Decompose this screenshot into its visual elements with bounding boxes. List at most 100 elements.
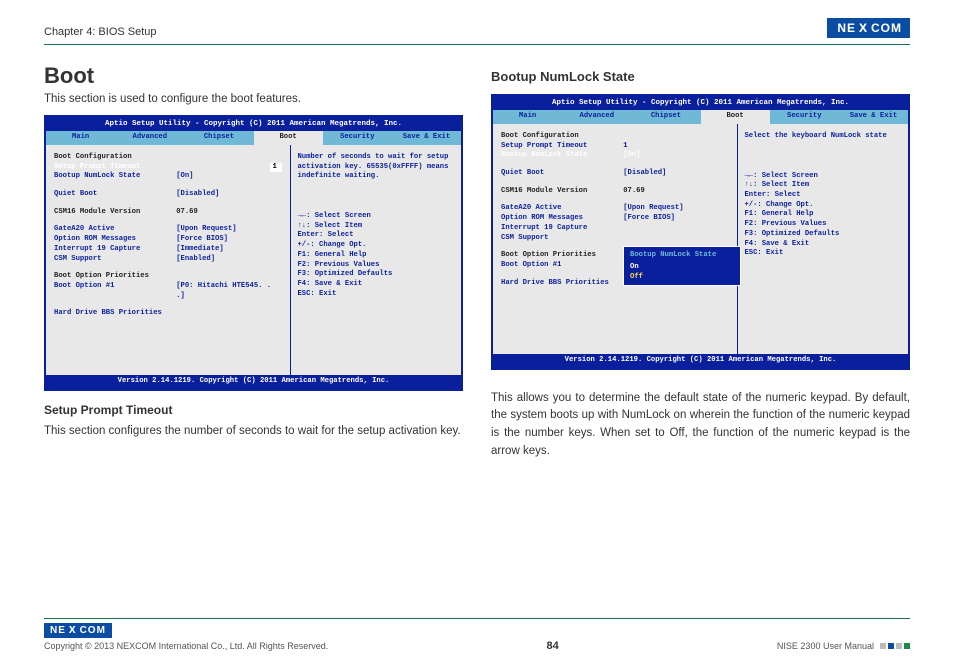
bios-item-label: Bootup NumLock State bbox=[501, 151, 623, 161]
bios-helpkey: F2: Previous Values bbox=[297, 261, 455, 271]
bios-item-selected[interactable]: Setup Prompt Timeout 1 bbox=[54, 163, 282, 173]
bios-item-value: 1 bbox=[270, 163, 282, 173]
bios-item-value: [Force BIOS] bbox=[623, 214, 729, 224]
bios-tab[interactable]: Chipset bbox=[631, 110, 700, 124]
bios-helpkey: ↑↓: Select Item bbox=[744, 181, 902, 191]
bios-item[interactable]: Quiet Boot[Disabled] bbox=[501, 169, 729, 179]
bios-tab[interactable]: Save & Exit bbox=[839, 110, 908, 124]
bios-tab[interactable]: Security bbox=[770, 110, 839, 124]
bios-helpkey: F4: Save & Exit bbox=[297, 280, 455, 290]
header: Chapter 4: BIOS Setup NEXCOM bbox=[44, 18, 910, 38]
bios-item-selected[interactable]: Bootup NumLock State[On] bbox=[501, 151, 729, 161]
bios-popup-option-selected[interactable]: On bbox=[630, 262, 716, 272]
bios-group-head: Boot Option Priorities bbox=[54, 272, 282, 282]
subsection-text: This section configures the number of se… bbox=[44, 423, 463, 441]
corner-squares-icon bbox=[880, 643, 910, 649]
bios-item[interactable]: Quiet Boot[Disabled] bbox=[54, 190, 282, 200]
bios-item-value: [Force BIOS] bbox=[176, 235, 282, 245]
bios-help-text: Select the keyboard NumLock state bbox=[744, 132, 902, 142]
content-columns: Boot This section is used to configure t… bbox=[44, 63, 910, 618]
right-column: Bootup NumLock State Aptio Setup Utility… bbox=[491, 63, 910, 618]
bios-item-label: CSM Support bbox=[501, 234, 729, 244]
bios-tab[interactable]: Advanced bbox=[115, 131, 184, 145]
bios-item[interactable]: GateA20 Active[Upon Request] bbox=[501, 204, 729, 214]
bios-item-value: 1 bbox=[623, 142, 729, 152]
bios-left-pane: Boot Configuration Setup Prompt Timeout1… bbox=[493, 124, 737, 354]
copyright: Copyright © 2013 NEXCOM International Co… bbox=[44, 641, 328, 651]
subsection-text: This allows you to determine the default… bbox=[491, 390, 910, 461]
section-title: Boot bbox=[44, 63, 463, 89]
bios-tab[interactable]: Advanced bbox=[562, 110, 631, 124]
bios-item-value: [Upon Request] bbox=[176, 225, 282, 235]
bios-item[interactable]: Hard Drive BBS Priorities bbox=[54, 309, 282, 319]
bios-helpkeys: →←: Select Screen ↑↓: Select Item Enter:… bbox=[744, 172, 902, 259]
bios-helpkey: +/-: Change Opt. bbox=[744, 201, 902, 211]
bios-item-label: Bootup NumLock State bbox=[54, 172, 176, 182]
bios-tabs: Main Advanced Chipset Boot Security Save… bbox=[46, 131, 461, 145]
page-footer: NEXCOM Copyright © 2013 NEXCOM Internati… bbox=[44, 618, 910, 652]
bios-item-label: Option ROM Messages bbox=[501, 214, 623, 224]
bios-item-value: 07.69 bbox=[623, 187, 729, 197]
bios-helpkey: F4: Save & Exit bbox=[744, 240, 902, 250]
bios-tab[interactable]: Security bbox=[323, 131, 392, 145]
bios-popup-option[interactable]: Off bbox=[630, 272, 716, 282]
bios-helpkey: +/-: Change Opt. bbox=[297, 241, 455, 251]
bios-item-label: Boot Option #1 bbox=[54, 282, 176, 301]
bios-item-value: [P0: Hitachi HTE545. . .] bbox=[176, 282, 282, 301]
bios-group-head: Boot Configuration bbox=[501, 132, 729, 142]
section-lead: This section is used to configure the bo… bbox=[44, 93, 463, 105]
subsection-title: Setup Prompt Timeout bbox=[44, 403, 463, 417]
bios-item-value: [Enabled] bbox=[176, 255, 282, 265]
bios-tab[interactable]: Chipset bbox=[184, 131, 253, 145]
bios-helpkey: F3: Optimized Defaults bbox=[744, 230, 902, 240]
bios-item-value: [Disabled] bbox=[623, 169, 729, 179]
bios-item-value: [Upon Request] bbox=[623, 204, 729, 214]
bios-helpkey: F1: General Help bbox=[744, 210, 902, 220]
bios-tab[interactable]: Main bbox=[46, 131, 115, 145]
bios-item-label: CSM16 Module Version bbox=[54, 208, 176, 218]
footer-rule bbox=[44, 618, 910, 619]
bios-item-label: Setup Prompt Timeout bbox=[501, 142, 623, 152]
bios-item-label: CSM16 Module Version bbox=[501, 187, 623, 197]
bios-item: CSM16 Module Version07.69 bbox=[54, 208, 282, 218]
bios-item[interactable]: Boot Option #1[P0: Hitachi HTE545. . .] bbox=[54, 282, 282, 301]
bios-item-label: GateA20 Active bbox=[501, 204, 623, 214]
page: Chapter 4: BIOS Setup NEXCOM Boot This s… bbox=[0, 0, 954, 672]
bios-group-head: Boot Configuration bbox=[54, 153, 282, 163]
bios-item[interactable]: GateA20 Active[Upon Request] bbox=[54, 225, 282, 235]
bios-body: Boot Configuration Setup Prompt Timeout … bbox=[46, 145, 461, 375]
bios-item-label: Interrupt 19 Capture bbox=[501, 224, 729, 234]
bios-tabs: Main Advanced Chipset Boot Security Save… bbox=[493, 110, 908, 124]
bios-popup: Bootup NumLock State On Off bbox=[623, 246, 741, 286]
bios-helpkey: F1: General Help bbox=[297, 251, 455, 261]
brand-logo: NEXCOM bbox=[827, 18, 910, 38]
bios-item[interactable]: Setup Prompt Timeout1 bbox=[501, 142, 729, 152]
bios-left-pane: Boot Configuration Setup Prompt Timeout … bbox=[46, 145, 290, 375]
bios-right-pane: Number of seconds to wait for setup acti… bbox=[290, 145, 461, 375]
bios-helpkey: →←: Select Screen bbox=[297, 212, 455, 222]
bios-tab[interactable]: Main bbox=[493, 110, 562, 124]
bios-item[interactable]: Interrupt 19 Capture bbox=[501, 224, 729, 234]
bios-item[interactable]: Interrupt 19 Capture[Immediate] bbox=[54, 245, 282, 255]
bios-tab[interactable]: Save & Exit bbox=[392, 131, 461, 145]
bios-item[interactable]: Option ROM Messages[Force BIOS] bbox=[54, 235, 282, 245]
bios-helpkeys: →←: Select Screen ↑↓: Select Item Enter:… bbox=[297, 212, 455, 299]
bios-tab-active[interactable]: Boot bbox=[254, 131, 323, 145]
bios-screen-numlock: Aptio Setup Utility - Copyright (C) 2011… bbox=[491, 94, 910, 370]
bios-item-label: Quiet Boot bbox=[54, 190, 176, 200]
bios-item[interactable]: CSM Support bbox=[501, 234, 729, 244]
bios-item[interactable]: Option ROM Messages[Force BIOS] bbox=[501, 214, 729, 224]
bios-footer: Version 2.14.1219. Copyright (C) 2011 Am… bbox=[493, 354, 908, 368]
bios-item[interactable]: Bootup NumLock State[On] bbox=[54, 172, 282, 182]
bios-right-pane: Select the keyboard NumLock state →←: Se… bbox=[737, 124, 908, 354]
bios-item-label: Hard Drive BBS Priorities bbox=[54, 309, 282, 319]
bios-item-label: Quiet Boot bbox=[501, 169, 623, 179]
bios-helpkey: Enter: Select bbox=[744, 191, 902, 201]
bios-helpkey: ESC: Exit bbox=[744, 249, 902, 259]
bios-item-value: [On] bbox=[176, 172, 282, 182]
bios-helpkey: Enter: Select bbox=[297, 231, 455, 241]
bios-screen-boot: Aptio Setup Utility - Copyright (C) 2011… bbox=[44, 115, 463, 391]
bios-tab-active[interactable]: Boot bbox=[701, 110, 770, 124]
bios-item[interactable]: CSM Support[Enabled] bbox=[54, 255, 282, 265]
bios-item-value: [Disabled] bbox=[176, 190, 282, 200]
